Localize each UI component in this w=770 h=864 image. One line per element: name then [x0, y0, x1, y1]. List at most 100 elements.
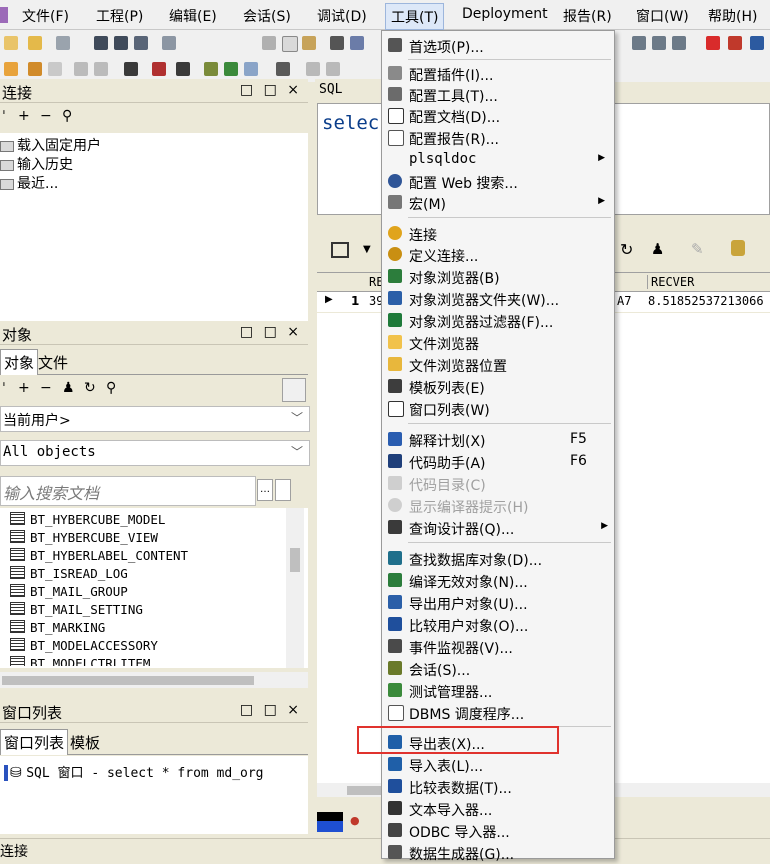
- remove-icon[interactable]: −: [40, 380, 52, 396]
- help-icon[interactable]: [750, 36, 764, 50]
- refresh-icon[interactable]: ↻: [84, 380, 96, 396]
- explain-icon[interactable]: [204, 62, 218, 76]
- beautifier-icon[interactable]: [306, 62, 320, 76]
- pin-icon[interactable]: ˈ: [2, 381, 6, 397]
- menu-help[interactable]: 帮助(H): [708, 6, 757, 26]
- menu-item-sessions[interactable]: 会话(S)...: [382, 658, 614, 679]
- tile-icon[interactable]: [672, 36, 686, 50]
- clear-icon[interactable]: ✎: [691, 240, 704, 258]
- menu-item-compile-invalid[interactable]: 编译无效对象(N)...: [382, 570, 614, 591]
- menu-item-web-search[interactable]: 配置 Web 搜索...: [382, 171, 614, 192]
- search-go-button[interactable]: [275, 479, 291, 501]
- panel-controls[interactable]: □ □ ×: [240, 82, 302, 98]
- list-item[interactable]: BT_ISREAD_LOG: [10, 566, 128, 581]
- menu-item-window-list[interactable]: 窗口列表(W): [382, 398, 614, 419]
- save-as-icon[interactable]: [134, 36, 148, 50]
- grid-icon[interactable]: [331, 242, 349, 258]
- menu-item-find-db-objects[interactable]: 查找数据库对象(D)...: [382, 548, 614, 569]
- disconnect-icon[interactable]: [152, 62, 166, 76]
- add-icon[interactable]: +: [18, 380, 30, 396]
- connect-icon[interactable]: ⚲: [62, 108, 72, 124]
- menu-item-object-browser-folders[interactable]: 对象浏览器文件夹(W)...: [382, 288, 614, 309]
- cut-icon[interactable]: [262, 36, 276, 50]
- list-item[interactable]: ⛁ SQL 窗口 - select * from md_org: [4, 762, 264, 781]
- bookmark-icon[interactable]: [326, 62, 340, 76]
- lock-icon[interactable]: [731, 240, 745, 256]
- user-combo[interactable]: 当前用户> ﹀: [0, 406, 310, 432]
- menu-item-configure-reports[interactable]: 配置报告(R)...: [382, 127, 614, 148]
- add-icon[interactable]: +: [18, 108, 30, 124]
- report-icon[interactable]: [244, 62, 258, 76]
- menu-item-macro[interactable]: 宏(M) ▶: [382, 192, 614, 213]
- connect-icon[interactable]: [124, 62, 138, 76]
- tab-templates[interactable]: 模板: [70, 732, 100, 753]
- menu-file[interactable]: 文件(F): [22, 6, 69, 26]
- menu-debug[interactable]: 调试(D): [317, 6, 367, 26]
- menu-project[interactable]: 工程(P): [96, 6, 143, 26]
- table-cell-recver[interactable]: 8.51852537213066: [648, 294, 764, 308]
- search-options-button[interactable]: …: [257, 479, 273, 501]
- clear-icon[interactable]: [48, 62, 62, 76]
- menu-item-configure-tools[interactable]: 配置工具(T)...: [382, 84, 614, 105]
- print-icon[interactable]: [56, 36, 70, 50]
- wrench-icon[interactable]: [276, 62, 290, 76]
- pin-icon[interactable]: ˈ: [2, 109, 6, 125]
- save-all-icon[interactable]: [114, 36, 128, 50]
- scrollbar-thumb[interactable]: [290, 548, 300, 572]
- oracle-icon[interactable]: [706, 36, 720, 50]
- table-cell[interactable]: A7: [617, 294, 631, 308]
- replace-icon[interactable]: [350, 36, 364, 50]
- menu-item-compare-user-objects[interactable]: 比较用户对象(O)...: [382, 614, 614, 635]
- panel-controls[interactable]: □ □ ×: [240, 702, 302, 718]
- menu-window[interactable]: 窗口(W): [636, 6, 689, 26]
- tab-window-list[interactable]: 窗口列表: [0, 729, 69, 755]
- menu-item-code-assistant[interactable]: 代码助手(A) F6: [382, 451, 614, 472]
- tree-item-history[interactable]: 输入历史: [0, 154, 73, 174]
- menu-item-object-browser[interactable]: 对象浏览器(B): [382, 266, 614, 287]
- tree-item-recent[interactable]: 最近...: [0, 173, 58, 193]
- list-item[interactable]: BT_MODELCTRLITEM: [10, 656, 150, 666]
- menu-item-connection[interactable]: 连接: [382, 223, 614, 244]
- session-icon[interactable]: [176, 62, 190, 76]
- window-layout-icon[interactable]: [632, 36, 646, 50]
- copy-icon[interactable]: [282, 36, 298, 52]
- menu-item-export-user-objects[interactable]: 导出用户对象(U)...: [382, 592, 614, 613]
- rollback-icon[interactable]: [94, 62, 108, 76]
- spreadsheet-icon[interactable]: [224, 62, 238, 76]
- connect-icon[interactable]: ⚲: [106, 380, 116, 396]
- objects-hscrollbar[interactable]: [0, 672, 308, 688]
- menu-item-text-importer[interactable]: 文本导入器...: [382, 798, 614, 819]
- run-icon[interactable]: [4, 62, 18, 76]
- tab-sql[interactable]: SQL: [319, 82, 342, 97]
- menu-item-dbms-scheduler[interactable]: DBMS 调度程序...: [382, 702, 614, 723]
- filter-combo[interactable]: All objects ﹀: [0, 440, 310, 466]
- menu-item-define-connection[interactable]: 定义连接...: [382, 244, 614, 265]
- options-button[interactable]: [282, 378, 306, 402]
- menu-item-compare-table-data[interactable]: 比较表数据(T)...: [382, 776, 614, 797]
- find-icon[interactable]: ♟: [62, 380, 75, 396]
- list-item[interactable]: BT_HYBERCUBE_VIEW: [10, 530, 158, 545]
- tab-objects[interactable]: 对象: [0, 349, 39, 375]
- commit-icon[interactable]: [74, 62, 88, 76]
- refresh-icon[interactable]: ↻: [620, 240, 633, 259]
- menu-reports[interactable]: 报告(R): [563, 6, 612, 26]
- menu-item-compiler-hints[interactable]: 显示编译器提示(H): [382, 495, 614, 516]
- pdf-icon[interactable]: [728, 36, 742, 50]
- objects-scrollbar[interactable]: [286, 508, 304, 668]
- menu-item-query-designer[interactable]: 查询设计器(Q)... ▶: [382, 517, 614, 538]
- menu-item-odbc-importer[interactable]: ODBC 导入器...: [382, 820, 614, 841]
- menu-tools[interactable]: 工具(T): [385, 3, 445, 30]
- list-item[interactable]: BT_MAIL_SETTING: [10, 602, 143, 617]
- column-header-recver[interactable]: RECVER: [647, 275, 694, 289]
- menu-item-code-contents[interactable]: 代码目录(C): [382, 473, 614, 494]
- remove-icon[interactable]: −: [40, 108, 52, 124]
- menu-item-event-monitor[interactable]: 事件监视器(V)...: [382, 636, 614, 657]
- menu-item-plsqldoc[interactable]: plsqldoc ▶: [382, 149, 614, 170]
- print-preview-icon[interactable]: [162, 36, 176, 50]
- menu-item-test-manager[interactable]: 测试管理器...: [382, 680, 614, 701]
- list-item[interactable]: BT_MAIL_GROUP: [10, 584, 128, 599]
- save-icon[interactable]: [94, 36, 108, 50]
- search-input[interactable]: 输入搜索文档: [0, 476, 256, 506]
- grid-view-icon[interactable]: [652, 36, 666, 50]
- tab-files[interactable]: 文件: [38, 352, 68, 373]
